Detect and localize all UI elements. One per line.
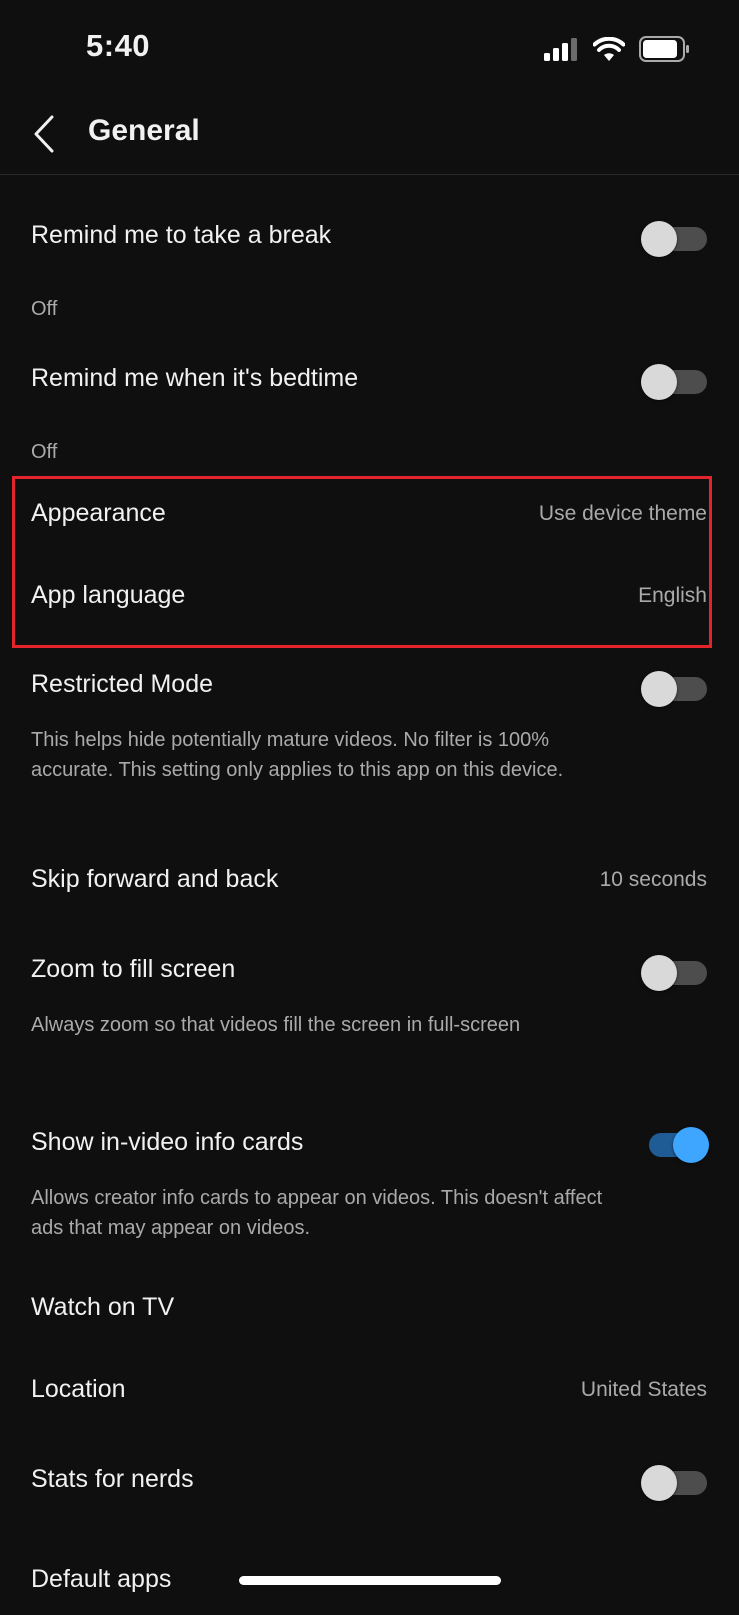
restricted-mode-highlight-box [12,476,712,648]
setting-subtitle: Off [31,298,58,320]
wifi-icon [593,37,625,61]
setting-remind-bedtime[interactable]: Remind me when it's bedtime Off [0,340,739,463]
setting-label: Zoom to fill screen [31,955,236,983]
setting-subtitle: Allows creator info cards to appear on v… [31,1187,603,1239]
toggle-knob [641,1465,677,1501]
stats-for-nerds-toggle[interactable] [641,1465,709,1501]
setting-label: Skip forward and back [31,865,279,893]
setting-skip-forward-back[interactable]: Skip forward and back 10 seconds [0,851,739,911]
setting-watch-on-tv[interactable]: Watch on TV [0,1279,739,1339]
zoom-fill-toggle[interactable] [641,955,709,991]
toggle-knob [641,364,677,400]
setting-value: 10 seconds [599,868,707,891]
setting-info-cards[interactable]: Show in-video info cards Allows creator … [0,1113,739,1253]
toggle-knob [641,955,677,991]
info-cards-toggle[interactable] [641,1127,709,1163]
status-bar: 5:40 [0,0,739,100]
status-icons [543,36,691,62]
page-title: General [88,114,200,147]
setting-label: Restricted Mode [31,670,214,698]
setting-restricted-mode[interactable]: Restricted Mode This helps hide potentia… [0,655,739,819]
setting-remind-break[interactable]: Remind me to take a break Off [0,195,739,320]
setting-label: Remind me when it's bedtime [31,364,359,392]
setting-label: Location [31,1375,126,1403]
setting-default-apps[interactable]: Default apps [0,1555,739,1615]
chevron-left-icon [34,115,54,153]
status-time: 5:40 [86,28,151,63]
top-app-bar: General [0,100,739,175]
signal-icon [544,38,577,61]
toggle-knob [641,671,677,707]
setting-label: Watch on TV [31,1293,175,1321]
remind-break-toggle[interactable] [641,221,709,257]
remind-bedtime-toggle[interactable] [641,364,709,400]
toggle-knob [673,1127,709,1163]
toggle-knob [641,221,677,257]
setting-value: United States [580,1378,707,1401]
battery-icon [639,36,689,62]
setting-stats-for-nerds[interactable]: Stats for nerds [0,1451,739,1511]
setting-label: Stats for nerds [31,1465,194,1493]
home-indicator[interactable] [239,1576,501,1585]
setting-subtitle: This helps hide potentially mature video… [31,729,564,781]
setting-label: Default apps [31,1565,172,1593]
setting-location[interactable]: Location United States [0,1361,739,1421]
setting-subtitle: Off [31,441,58,463]
setting-label: Remind me to take a break [31,221,332,249]
setting-subtitle: Always zoom so that videos fill the scre… [31,1014,521,1036]
back-button[interactable] [18,108,70,160]
restricted-mode-toggle[interactable] [641,671,709,707]
setting-label: Show in-video info cards [31,1128,304,1156]
setting-zoom-fill[interactable]: Zoom to fill screen Always zoom so that … [0,941,739,1081]
